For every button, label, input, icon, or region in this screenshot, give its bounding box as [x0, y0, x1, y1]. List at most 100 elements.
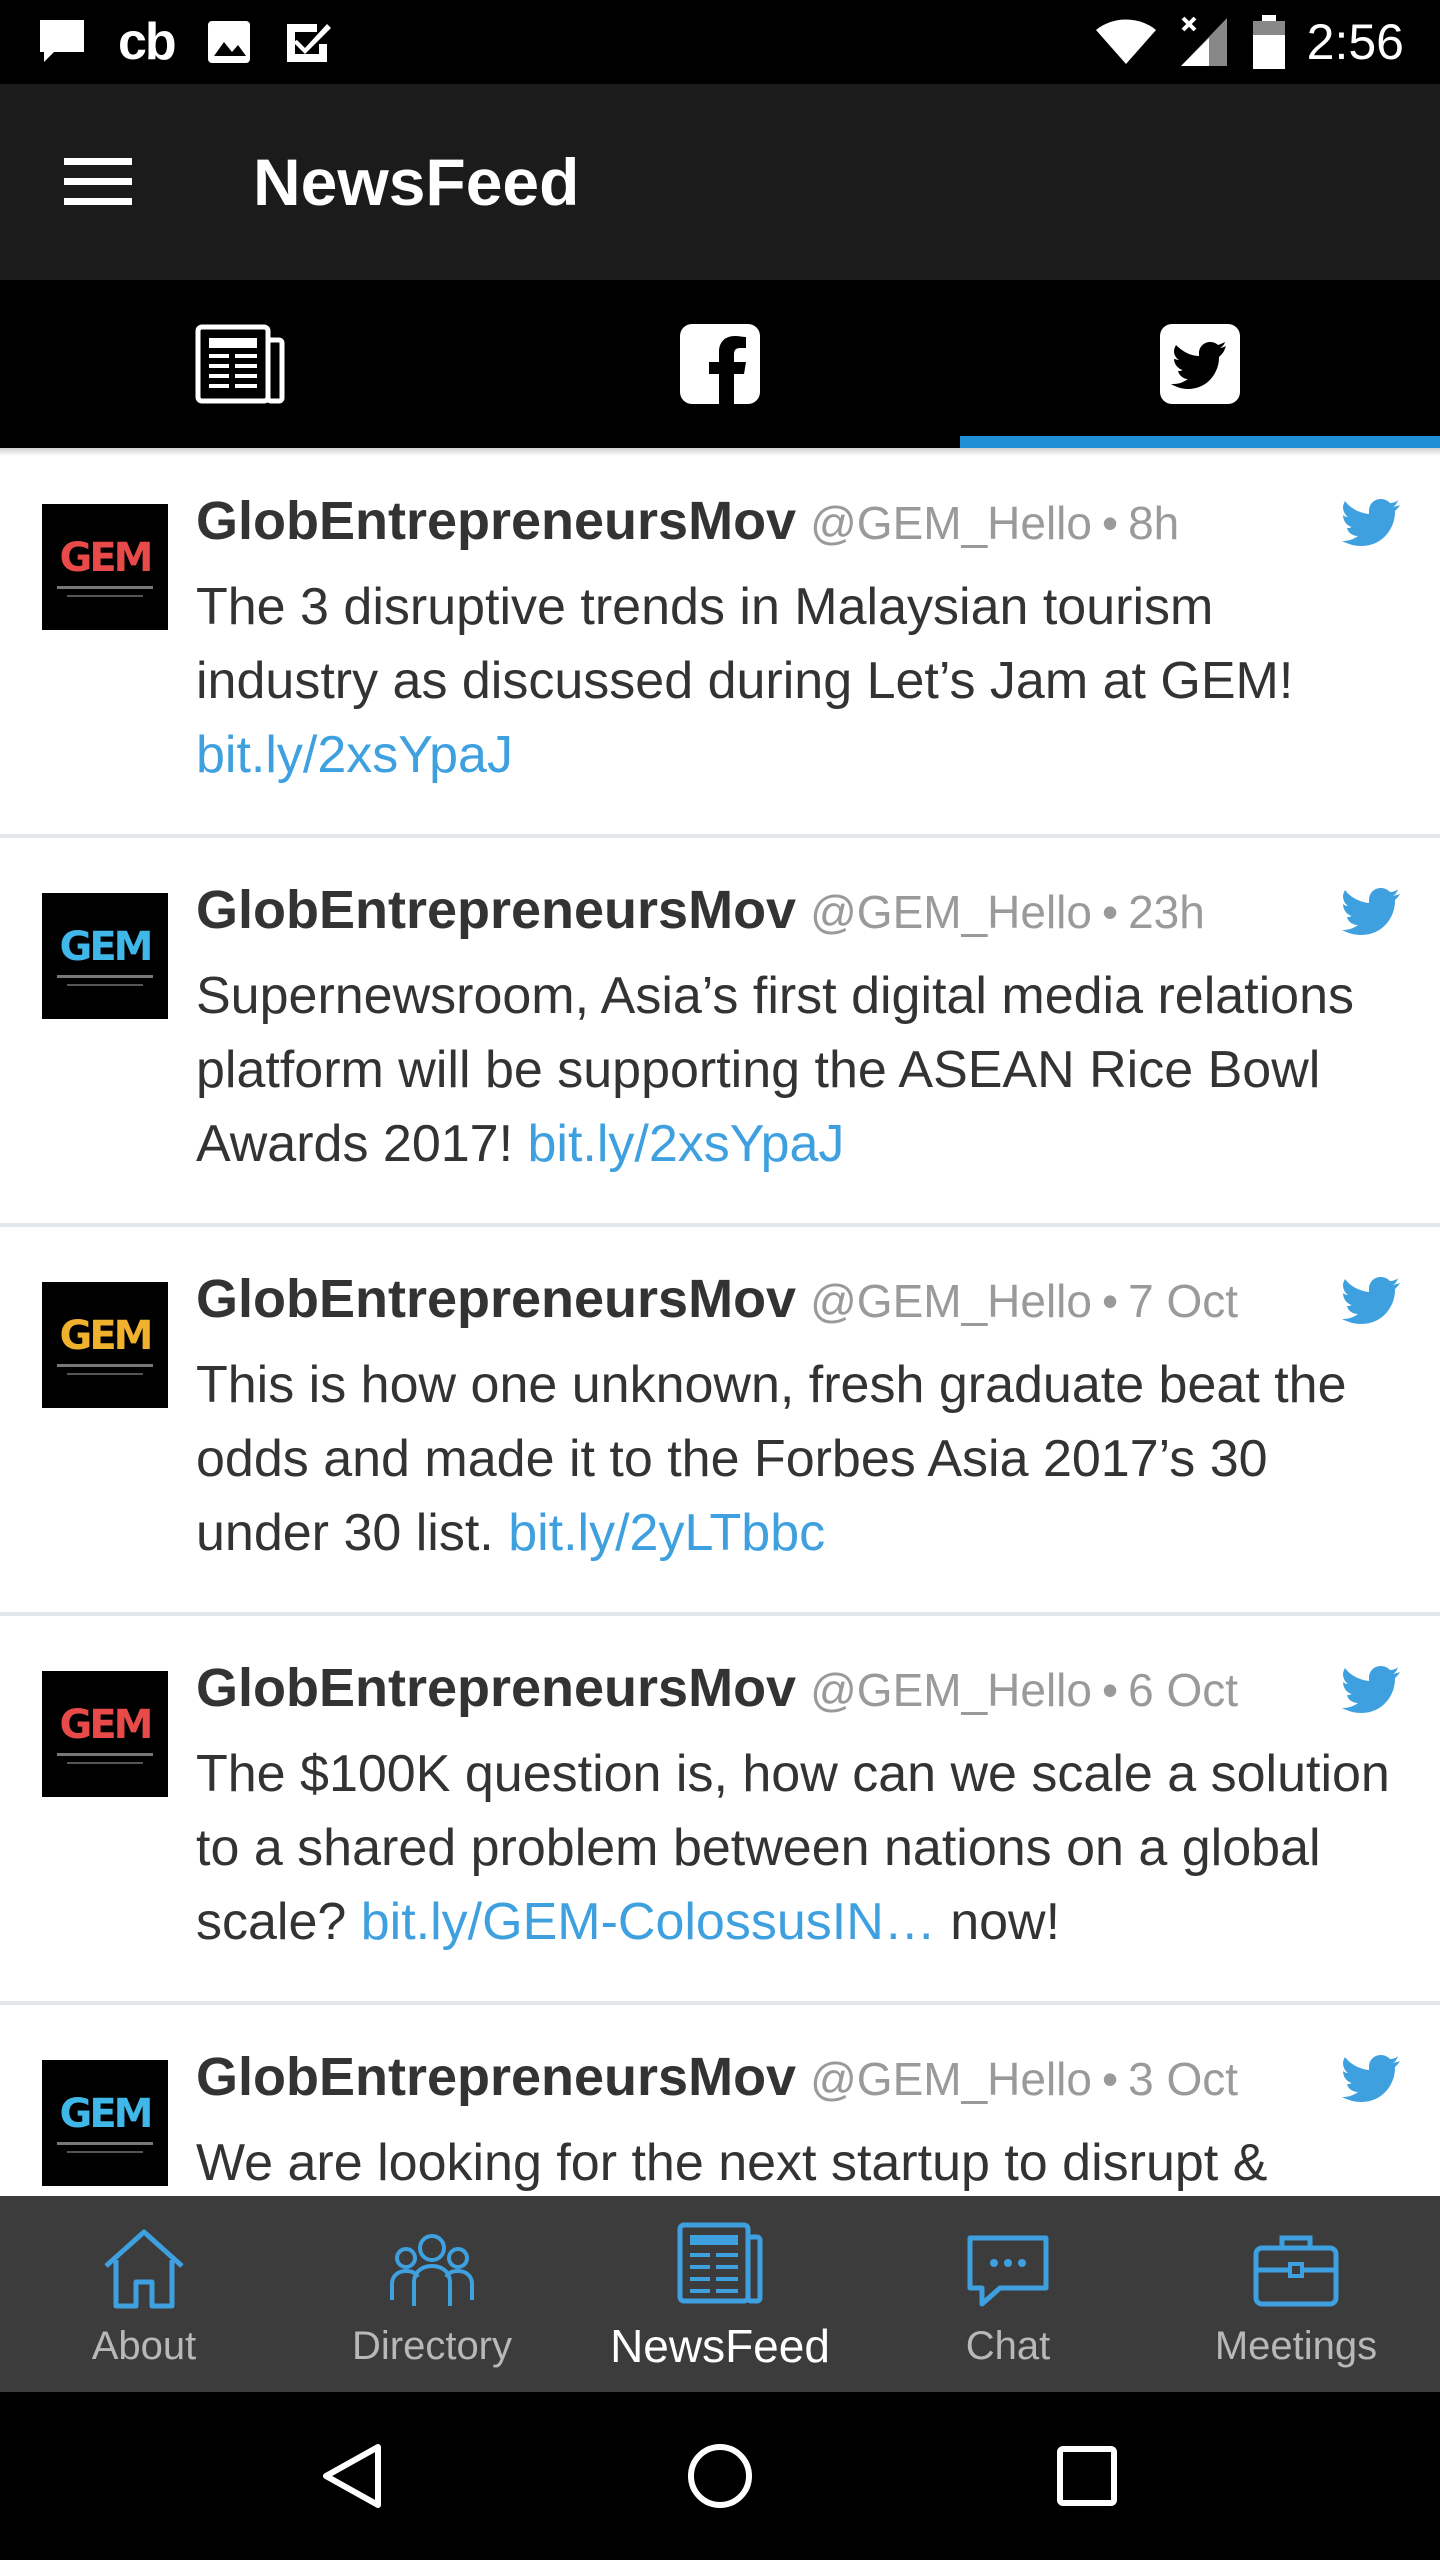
tweet-header: GlobEntrepreneursMov @GEM_Hello • 8h: [196, 490, 1340, 562]
avatar[interactable]: GEM: [42, 1671, 168, 1797]
tweet-time: 8h: [1128, 497, 1180, 549]
avatar-tagline: [57, 2141, 153, 2145]
avatar-logo-text: GEM: [59, 1701, 154, 1748]
nav-chat[interactable]: Chat: [864, 2196, 1152, 2392]
people-icon: [390, 2233, 474, 2306]
tweet-item[interactable]: GEM GlobEntrepreneursMov @GEM_Hello • 6 …: [0, 1617, 1440, 2005]
hamburger-menu-button[interactable]: [43, 127, 153, 237]
tweet-text: Supernewsroom, Asia’s first digital medi…: [196, 959, 1406, 1181]
avatar-tagline-2: [67, 2150, 143, 2153]
cb-icon: cb: [118, 13, 177, 71]
page-title: NewsFeed: [253, 145, 580, 219]
tweet-link[interactable]: bit.ly/2yLTbbc: [508, 1504, 825, 1562]
nav-about[interactable]: About: [0, 2196, 288, 2392]
tab-news[interactable]: [0, 280, 480, 448]
status-time: 2:56: [1306, 14, 1404, 70]
avatar-tagline: [57, 1363, 153, 1367]
home-button[interactable]: [675, 2431, 765, 2521]
tweet-text-content: The 3 disruptive trends in Malaysian tou…: [196, 578, 1294, 710]
avatar-tagline-2: [67, 1372, 143, 1375]
tweet-feed[interactable]: GEM GlobEntrepreneursMov @GEM_Hello • 8h…: [0, 450, 1440, 2196]
avatar[interactable]: GEM: [42, 504, 168, 630]
home-circle-icon: [687, 2444, 752, 2508]
tweet-author[interactable]: GlobEntrepreneursMov: [196, 490, 796, 552]
avatar[interactable]: GEM: [42, 1282, 168, 1408]
tweet-author[interactable]: GlobEntrepreneursMov: [196, 879, 796, 941]
recents-button[interactable]: [1042, 2431, 1132, 2521]
nav-meetings[interactable]: Meetings: [1152, 2196, 1440, 2392]
nav-label: NewsFeed: [610, 2320, 830, 2372]
bottom-navigation: About Directory NewsFeed Chat Meetings: [0, 2196, 1440, 2392]
tweet-text-suffix: now!: [950, 1893, 1061, 1951]
tweet-item[interactable]: GEM GlobEntrepreneursMov @GEM_Hello • 3 …: [0, 2006, 1440, 2196]
hamburger-menu-icon: [64, 158, 132, 205]
chat-icon: [967, 2235, 1049, 2306]
tweet-text-content: We are looking for the next startup to d…: [196, 2134, 1268, 2192]
tweet-time: 3 Oct: [1128, 2053, 1239, 2105]
message-icon: [40, 20, 84, 62]
tweet-handle: @GEM_Hello: [810, 1275, 1092, 1327]
separator-dot: •: [1101, 1664, 1119, 1716]
tweet-link[interactable]: bit.ly/2xsYpaJ: [527, 1115, 844, 1173]
status-left-icons: cb: [0, 12, 333, 72]
nav-newsfeed[interactable]: NewsFeed: [576, 2196, 864, 2392]
tweet-item[interactable]: GEM GlobEntrepreneursMov @GEM_Hello • 23…: [0, 839, 1440, 1227]
separator-dot: •: [1101, 497, 1119, 549]
avatar-logo-text: GEM: [59, 923, 154, 970]
tab-facebook[interactable]: [480, 280, 960, 448]
twitter-bird-icon[interactable]: [1342, 2054, 1400, 2104]
news-icon: [677, 2222, 763, 2304]
tweet-time: 6 Oct: [1128, 1664, 1239, 1716]
twitter-icon: [1160, 324, 1240, 404]
avatar[interactable]: GEM: [42, 2060, 168, 2186]
avatar-logo-text: GEM: [59, 1312, 154, 1359]
avatar-tagline-2: [67, 1761, 143, 1764]
tweet-link[interactable]: bit.ly/GEM-ColossusIN…: [361, 1893, 936, 1951]
avatar[interactable]: GEM: [42, 893, 168, 1019]
tweet-handle: @GEM_Hello: [810, 497, 1092, 549]
twitter-bird-icon[interactable]: [1342, 887, 1400, 937]
tweet-header: GlobEntrepreneursMov @GEM_Hello • 23h: [196, 879, 1340, 951]
status-bar: cb 2:56: [0, 0, 1440, 84]
avatar-tagline: [57, 585, 153, 589]
tweet-header: GlobEntrepreneursMov @GEM_Hello • 7 Oct: [196, 1268, 1340, 1340]
wifi-icon: [1095, 19, 1156, 64]
tweet-item[interactable]: GEM GlobEntrepreneursMov @GEM_Hello • 7 …: [0, 1228, 1440, 1616]
nav-directory[interactable]: Directory: [288, 2196, 576, 2392]
back-button[interactable]: [308, 2431, 398, 2521]
twitter-bird-icon[interactable]: [1342, 498, 1400, 548]
tweet-time: 23h: [1128, 886, 1205, 938]
tab-twitter[interactable]: [960, 280, 1440, 448]
nav-label: Meetings: [1214, 2323, 1378, 2368]
avatar-tagline: [57, 974, 153, 978]
tweet-header: GlobEntrepreneursMov @GEM_Hello • 6 Oct: [196, 1657, 1340, 1729]
status-right-icons: 2:56: [1095, 13, 1440, 71]
tweet-author[interactable]: GlobEntrepreneursMov: [196, 1657, 796, 1719]
avatar-logo-text: GEM: [59, 2090, 154, 2137]
battery-icon: [1252, 15, 1285, 69]
feed-source-tabs: [0, 280, 1440, 448]
avatar-tagline: [57, 1752, 153, 1756]
tweet-handle: @GEM_Hello: [810, 886, 1092, 938]
nav-label: Directory: [351, 2323, 513, 2368]
tweet-text: The $100K question is, how can we scale …: [196, 1737, 1406, 1959]
avatar-tagline-2: [67, 594, 143, 597]
tweet-item[interactable]: GEM GlobEntrepreneursMov @GEM_Hello • 8h…: [0, 450, 1440, 838]
app-bar: NewsFeed: [0, 84, 1440, 280]
tweet-header: GlobEntrepreneursMov @GEM_Hello • 3 Oct: [196, 2046, 1340, 2118]
tweet-author[interactable]: GlobEntrepreneursMov: [196, 1268, 796, 1330]
tweet-handle: @GEM_Hello: [810, 2053, 1092, 2105]
separator-dot: •: [1101, 2053, 1119, 2105]
twitter-bird-icon[interactable]: [1342, 1665, 1400, 1715]
signal-icon: [1180, 16, 1227, 66]
twitter-bird-icon[interactable]: [1342, 1276, 1400, 1326]
tweet-text: We are looking for the next startup to d…: [196, 2126, 1406, 2196]
tweet-time: 7 Oct: [1128, 1275, 1239, 1327]
tweet-author[interactable]: GlobEntrepreneursMov: [196, 2046, 796, 2108]
briefcase-icon: [1253, 2235, 1339, 2306]
news-icon: [195, 324, 285, 404]
tweet-link[interactable]: bit.ly/2xsYpaJ: [196, 726, 513, 784]
avatar-logo-text: GEM: [59, 534, 154, 581]
tweet-handle: @GEM_Hello: [810, 1664, 1092, 1716]
avatar-tagline-2: [67, 983, 143, 986]
